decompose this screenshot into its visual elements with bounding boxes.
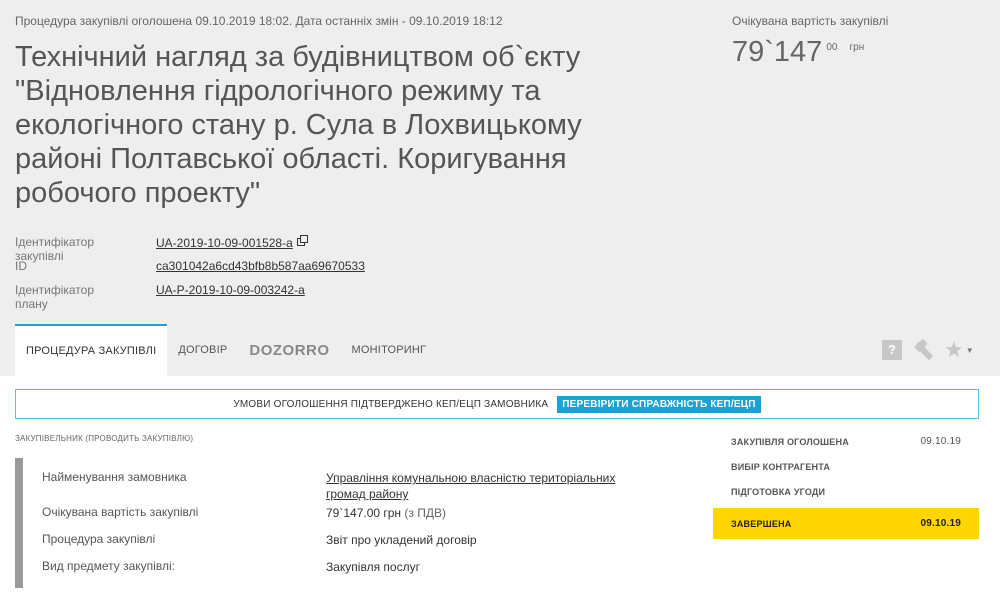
plan-id-label: Ідентифікатор плану (15, 283, 95, 311)
gavel-icon[interactable] (912, 340, 934, 360)
status-item: ЗАКУПІВЛЯ ОГОЛОШЕНА 09.10.19 (713, 429, 979, 454)
price-cents: 00 (826, 42, 838, 54)
info-value: 79`147.00 грн (з ПДВ) (326, 505, 646, 521)
tender-meta-line: Процедура закупівлі оголошена 09.10.2019… (15, 14, 503, 28)
expected-price-value: 79`147 00 грн (732, 36, 888, 69)
tender-status-timeline: ЗАКУПІВЛЯ ОГОЛОШЕНА 09.10.19 ВИБІР КОНТР… (713, 429, 979, 539)
status-label: ЗАКУПІВЛЯ ОГОЛОШЕНА (731, 436, 849, 447)
procuring-entity-section-label: ЗАКУПІВЕЛЬНИК (ПРОВОДИТЬ ЗАКУПІВЛЮ) (15, 434, 194, 443)
expected-price-block: Очікувана вартість закупівлі 79`147 00 гр… (732, 14, 888, 69)
page-title: Технічний нагляд за будівництвом об`єкту… (15, 41, 582, 209)
tab-monitoring[interactable]: МОНІТОРИНГ (341, 324, 438, 376)
caret-down-icon[interactable]: ▼ (966, 346, 974, 355)
tab-contract[interactable]: ДОГОВІР (167, 324, 238, 376)
status-item-current: ЗАВЕРШЕНА 09.10.19 (713, 508, 979, 539)
signature-confirmation-bar: УМОВИ ОГОЛОШЕННЯ ПІДТВЕРДЖЕНО КЕП/ЕЦП ЗА… (15, 389, 979, 419)
price-currency: грн (849, 42, 865, 54)
tender-id-link[interactable]: UA-2019-10-09-001528-a (156, 235, 308, 250)
info-key: Найменування замовника (42, 470, 187, 484)
copy-icon[interactable] (296, 235, 308, 246)
id-link[interactable]: ca301042a6cd43bfb8b587aa69670533 (156, 259, 365, 273)
status-label: ВИБІР КОНТРАГЕНТА (731, 461, 831, 472)
status-label: ЗАВЕРШЕНА (731, 518, 792, 529)
tab-procedure[interactable]: ПРОЦЕДУРА ЗАКУПІВЛІ (15, 324, 168, 376)
tab-dozorro[interactable]: DOZORRO (238, 324, 340, 376)
status-label: ПІДГОТОВКА УГОДИ (731, 486, 826, 497)
info-key: Процедура закупівлі (42, 532, 156, 546)
info-value: Закупівля послуг (326, 560, 420, 574)
info-key: Вид предмету закупівлі: (42, 559, 175, 573)
signature-confirmation-text: УМОВИ ОГОЛОШЕННЯ ПІДТВЕРДЖЕНО КЕП/ЕЦП ЗА… (233, 398, 549, 410)
procuring-entity-info: Найменування замовника Управління комуна… (15, 458, 635, 588)
expected-price-amount: 79`147.00 грн (326, 506, 402, 520)
status-item: ПІДГОТОВКА УГОДИ (713, 479, 979, 504)
info-value: Звіт про укладений договір (326, 533, 477, 547)
vat-note: (з ПДВ) (404, 506, 446, 520)
tender-id-value[interactable]: UA-2019-10-09-001528-a (156, 236, 293, 250)
id-label: ID (15, 259, 27, 273)
plan-id-link[interactable]: UA-P-2019-10-09-003242-a (156, 283, 305, 297)
verify-signature-button[interactable]: ПЕРЕВІРИТИ СПРАВЖНІСТЬ КЕП/ЕЦП (557, 395, 761, 413)
star-icon[interactable]: ★ (944, 339, 964, 361)
expected-price-label: Очікувана вартість закупівлі (732, 14, 889, 28)
status-date: 09.10.19 (920, 436, 961, 447)
tender-tabs: ПРОЦЕДУРА ЗАКУПІВЛІ ДОГОВІР DOZORRO МОНІ… (15, 324, 437, 376)
price-main: 79`147 (732, 36, 823, 68)
tender-header: Процедура закупівлі оголошена 09.10.2019… (0, 0, 1000, 376)
customer-name-link[interactable]: Управління комунальною власністю територ… (326, 470, 646, 502)
header-tools: ? ★ ▼ (882, 339, 974, 361)
status-item: ВИБІР КОНТРАГЕНТА (713, 454, 979, 479)
info-key: Очікувана вартість закупівлі (42, 505, 199, 519)
question-icon[interactable]: ? (882, 340, 902, 360)
status-date: 09.10.19 (920, 518, 961, 529)
